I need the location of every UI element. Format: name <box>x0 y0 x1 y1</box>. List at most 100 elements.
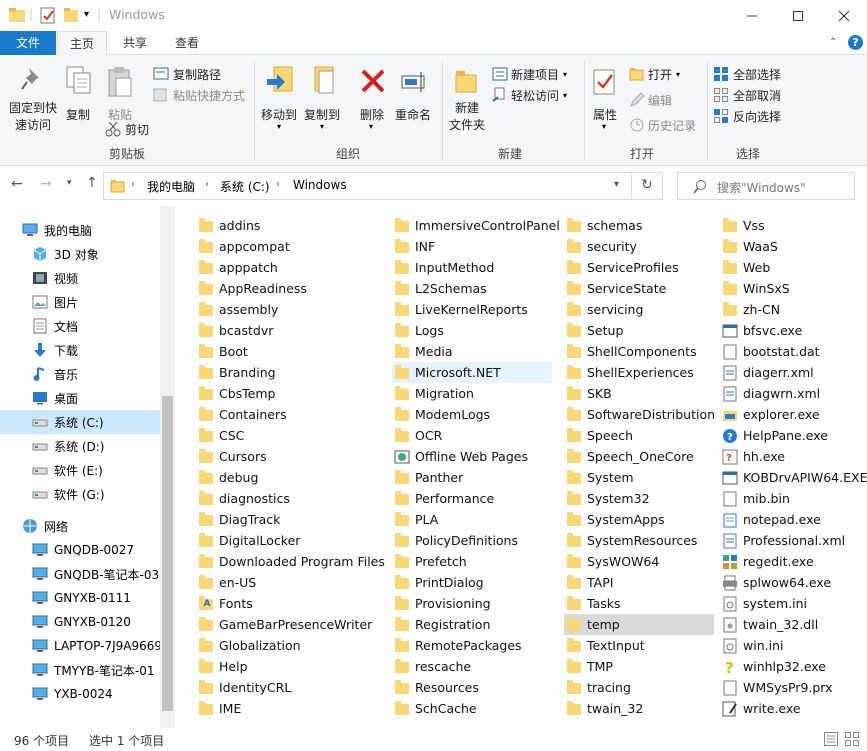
file-item[interactable]: LiveKernelReports <box>392 299 552 320</box>
refresh-icon[interactable]: ↻ <box>641 177 653 193</box>
file-item[interactable]: security <box>564 236 714 257</box>
file-item[interactable]: Tasks <box>564 593 714 614</box>
breadcrumb-chevron-icon[interactable]: › <box>205 179 209 190</box>
properties-check-icon[interactable] <box>40 7 56 24</box>
invert-selection-button[interactable]: 反向选择 <box>713 107 781 125</box>
file-item[interactable]: ServiceState <box>564 278 714 299</box>
file-item[interactable]: schemas <box>564 215 714 236</box>
file-item[interactable]: SKB <box>564 383 714 404</box>
maximize-button[interactable] <box>775 0 821 31</box>
file-item[interactable]: Downloaded Program Files <box>196 551 385 572</box>
file-item[interactable]: bfsvc.exe <box>720 320 867 341</box>
file-item[interactable]: SysWOW64 <box>564 551 714 572</box>
file-item[interactable]: TAPI <box>564 572 714 593</box>
file-item[interactable]: mib.bin <box>720 488 867 509</box>
select-none-button[interactable]: 全部取消 <box>713 86 781 104</box>
recent-locations-chevron-icon[interactable]: ▾ <box>67 178 72 188</box>
new-folder-button[interactable]: 新建 文件夹 <box>447 60 489 140</box>
file-item[interactable]: Panther <box>392 467 552 488</box>
file-item[interactable]: Help <box>196 656 376 677</box>
file-item[interactable]: ? HelpPane.exe <box>720 425 867 446</box>
file-item[interactable]: InputMethod <box>392 257 552 278</box>
file-item[interactable]: Web <box>720 257 867 278</box>
file-item[interactable]: Speech <box>564 425 714 446</box>
tab-share[interactable]: 共享 <box>113 31 157 55</box>
tab-file[interactable]: 文件 <box>0 31 56 55</box>
file-item[interactable]: Vss <box>720 215 867 236</box>
delete-button[interactable]: 删除 ▾ <box>355 60 391 136</box>
address-dropdown-icon[interactable]: ▾ <box>614 179 619 190</box>
file-item[interactable]: regedit.exe <box>720 551 867 572</box>
file-item[interactable]: PrintDialog <box>392 572 552 593</box>
file-item[interactable]: debug <box>196 467 376 488</box>
file-item[interactable]: WinSxS <box>720 278 867 299</box>
file-item[interactable]: DigitalLocker <box>196 530 376 551</box>
file-item[interactable]: TextInput <box>564 635 714 656</box>
file-item[interactable]: Performance <box>392 488 552 509</box>
rename-button[interactable]: 重命名 <box>394 60 436 136</box>
breadcrumb-item[interactable]: 我的电脑 <box>147 178 195 195</box>
nav-item[interactable]: 系统 (D:) <box>0 434 160 458</box>
nav-item[interactable]: 视频 <box>0 266 160 290</box>
move-to-button[interactable]: 移动到 ▾ <box>259 60 301 136</box>
file-item[interactable]: WaaS <box>720 236 867 257</box>
tab-view[interactable]: 查看 <box>165 31 209 55</box>
breadcrumb-item[interactable]: 系统 (C:) <box>220 178 270 195</box>
nav-item[interactable]: 我的电脑 <box>0 218 160 242</box>
paste-shortcut-button[interactable]: 粘贴快捷方式 <box>153 86 245 104</box>
properties-button[interactable]: 属性 ▾ <box>588 60 622 136</box>
copy-to-button[interactable]: 复制到 ▾ <box>302 60 344 136</box>
nav-item[interactable]: GNYXB-0120 <box>0 610 160 634</box>
copy-path-button[interactable]: 复制路径 <box>153 65 221 83</box>
file-item[interactable]: Provisioning <box>392 593 552 614</box>
nav-item[interactable]: YXB-0024 <box>0 682 160 706</box>
nav-item[interactable]: 文档 <box>0 314 160 338</box>
file-item[interactable]: win.ini <box>720 635 867 656</box>
file-item[interactable]: L2Schemas <box>392 278 552 299</box>
back-arrow-icon[interactable]: ← <box>11 176 23 192</box>
file-item[interactable]: system.ini <box>720 593 867 614</box>
nav-item[interactable]: 3D 对象 <box>0 242 160 266</box>
file-item[interactable]: ServiceProfiles <box>564 257 714 278</box>
file-item[interactable]: ShellExperiences <box>564 362 714 383</box>
file-item[interactable]: Speech_OneCore <box>564 446 714 467</box>
file-item[interactable]: zh-CN <box>720 299 867 320</box>
nav-item[interactable]: 软件 (G:) <box>0 482 160 506</box>
nav-item[interactable]: GNQDB-笔记本-03 <box>0 562 160 586</box>
nav-item[interactable]: LAPTOP-7J9A9669 <box>0 634 162 658</box>
help-icon[interactable]: ? <box>848 35 863 50</box>
file-item[interactable]: twain_32 <box>564 698 714 719</box>
large-icons-view-icon[interactable] <box>845 732 859 749</box>
search-box[interactable]: 搜索"Windows" <box>677 172 855 200</box>
file-item[interactable]: AppReadiness <box>196 278 376 299</box>
breadcrumb-item[interactable]: Windows <box>293 178 347 192</box>
open-button[interactable]: 打开 ▾ <box>629 65 680 83</box>
customize-toolbar-icon[interactable]: ▾ <box>84 9 89 26</box>
file-item[interactable]: SystemApps <box>564 509 714 530</box>
pin-quick-access-button[interactable]: 固定到快 速访问 <box>8 60 58 136</box>
file-item[interactable]: notepad.exe <box>720 509 867 530</box>
file-item[interactable]: tracing <box>564 677 714 698</box>
breadcrumb-chevron-icon[interactable]: › <box>276 179 280 190</box>
close-button[interactable] <box>821 0 867 31</box>
file-item[interactable]: SoftwareDistribution <box>564 404 715 425</box>
up-arrow-icon[interactable]: ↑ <box>86 175 98 191</box>
file-item[interactable]: Media <box>392 341 552 362</box>
file-item[interactable]: GameBarPresenceWriter <box>196 614 376 635</box>
edit-button[interactable]: 编辑 <box>629 91 672 109</box>
file-item[interactable]: SchCache <box>392 698 552 719</box>
file-item[interactable]: Registration <box>392 614 552 635</box>
new-folder-quick-icon[interactable] <box>63 7 79 24</box>
details-view-icon[interactable] <box>824 732 838 749</box>
file-item[interactable]: bootstat.dat <box>720 341 867 362</box>
nav-item[interactable]: 系统 (C:) <box>0 410 160 434</box>
file-item[interactable]: Containers <box>196 404 376 425</box>
new-item-button[interactable]: 新建项目 ▾ <box>492 65 567 83</box>
ribbon-collapse-icon[interactable]: ⌃ <box>829 37 837 48</box>
nav-item[interactable]: 桌面 <box>0 386 160 410</box>
nav-item[interactable]: 软件 (E:) <box>0 458 160 482</box>
easy-access-button[interactable]: 轻松访问 ▾ <box>492 86 567 104</box>
file-item[interactable]: SystemResources <box>564 530 714 551</box>
nav-item[interactable]: GNYXB-0111 <box>0 586 160 610</box>
nav-item[interactable]: 下载 <box>0 338 160 362</box>
